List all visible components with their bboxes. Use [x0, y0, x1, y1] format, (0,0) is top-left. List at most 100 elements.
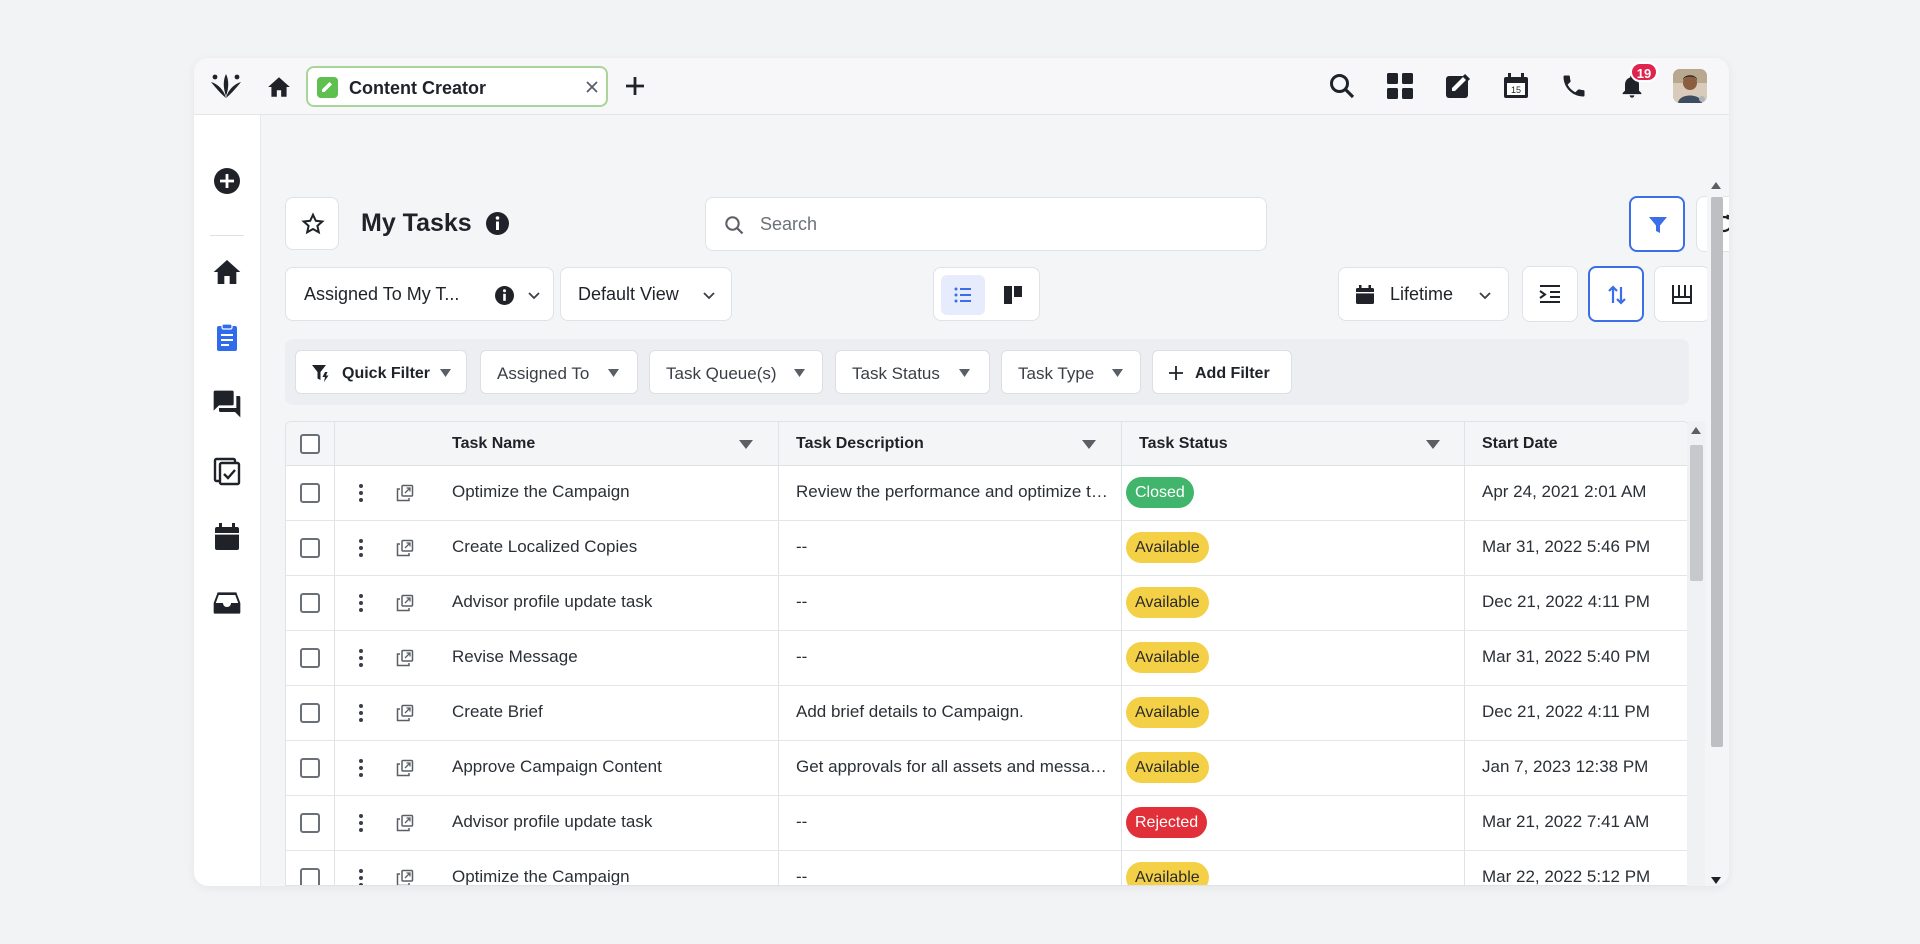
tasks-clipboard-icon[interactable]	[211, 322, 243, 354]
row-checkbox[interactable]	[300, 648, 320, 668]
view-dropdown[interactable]: Default View	[560, 267, 732, 321]
row-more-icon[interactable]	[354, 647, 368, 669]
info-icon[interactable]	[485, 211, 510, 236]
task-name-cell[interactable]: Create Localized Copies	[452, 537, 762, 557]
row-more-icon[interactable]	[354, 702, 368, 724]
calendar-icon[interactable]: 15	[1502, 72, 1530, 100]
open-in-new-icon[interactable]	[396, 814, 414, 832]
assigned-to-filter-chip[interactable]: Assigned To	[480, 350, 638, 394]
apps-grid-icon[interactable]	[1386, 72, 1414, 100]
column-header-task-name[interactable]: Task Name	[452, 435, 535, 453]
table-row[interactable]: Approve Campaign Content Get approvals fo…	[286, 741, 1688, 796]
row-more-icon[interactable]	[354, 482, 368, 504]
search-icon	[724, 215, 744, 235]
search-field[interactable]	[705, 197, 1267, 251]
column-menu-icon[interactable]	[1082, 440, 1096, 449]
row-checkbox[interactable]	[300, 813, 320, 833]
page-scrollbar[interactable]	[1707, 179, 1723, 886]
open-in-new-icon[interactable]	[396, 869, 414, 885]
assigned-to-dropdown[interactable]: Assigned To My T...	[285, 267, 554, 321]
brand-logo[interactable]	[208, 70, 244, 104]
task-name-cell[interactable]: Revise Message	[452, 647, 762, 667]
row-more-icon[interactable]	[354, 812, 368, 834]
table-row[interactable]: Advisor profile update task -- Available De…	[286, 576, 1688, 631]
table-row[interactable]: Optimize the Campaign -- Available Mar 22, …	[286, 851, 1688, 885]
open-in-new-icon[interactable]	[396, 759, 414, 777]
filter-button[interactable]	[1629, 196, 1685, 252]
caret-down-icon	[959, 369, 970, 377]
home-icon[interactable]	[211, 256, 243, 288]
row-checkbox[interactable]	[300, 593, 320, 613]
table-row[interactable]: Create Localized Copies -- Available Mar 31…	[286, 521, 1688, 576]
task-queue-filter-chip[interactable]: Task Queue(s)	[649, 350, 823, 394]
indent-icon	[1539, 285, 1560, 303]
page-scrollbar-thumb[interactable]	[1711, 197, 1723, 747]
quick-filter-chip[interactable]: Quick Filter	[295, 350, 467, 394]
add-tab-icon[interactable]	[622, 73, 648, 99]
task-name-cell[interactable]: Create Brief	[452, 702, 762, 722]
close-icon[interactable]	[584, 79, 600, 95]
open-in-new-icon[interactable]	[396, 704, 414, 722]
table-row[interactable]: Optimize the Campaign Review the performa…	[286, 466, 1688, 521]
columns-button[interactable]	[1654, 266, 1710, 322]
favorite-button[interactable]	[285, 197, 339, 250]
search-icon[interactable]	[1328, 72, 1356, 100]
list-view-button[interactable]	[941, 275, 985, 315]
row-more-icon[interactable]	[354, 592, 368, 614]
conversations-icon[interactable]	[211, 388, 243, 420]
open-in-new-icon[interactable]	[396, 539, 414, 557]
task-status-filter-chip[interactable]: Task Status	[835, 350, 990, 394]
column-header-task-description[interactable]: Task Description	[796, 435, 924, 453]
list-icon	[954, 287, 971, 303]
open-in-new-icon[interactable]	[396, 484, 414, 502]
select-all-checkbox[interactable]	[300, 434, 320, 454]
row-more-icon[interactable]	[354, 867, 368, 885]
task-name-cell[interactable]: Advisor profile update task	[452, 592, 762, 612]
row-density-button[interactable]	[1522, 266, 1578, 322]
create-icon[interactable]	[211, 165, 243, 197]
column-menu-icon[interactable]	[739, 440, 753, 449]
row-checkbox[interactable]	[300, 538, 320, 558]
row-checkbox[interactable]	[300, 868, 320, 885]
inbox-icon[interactable]	[211, 587, 243, 619]
table-scrollbar[interactable]	[1687, 421, 1705, 886]
open-in-new-icon[interactable]	[396, 649, 414, 667]
sort-button[interactable]	[1588, 266, 1644, 322]
column-header-task-status[interactable]: Task Status	[1139, 435, 1228, 453]
task-name-cell[interactable]: Advisor profile update task	[452, 812, 762, 832]
add-filter-button[interactable]: Add Filter	[1152, 350, 1292, 394]
calendar-icon[interactable]	[211, 521, 243, 553]
avatar[interactable]	[1673, 69, 1707, 103]
view-dropdown-label: Default View	[578, 284, 679, 304]
task-name-cell[interactable]: Optimize the Campaign	[452, 482, 762, 502]
row-more-icon[interactable]	[354, 757, 368, 779]
table-row[interactable]: Create Brief Add brief details to Campaig…	[286, 686, 1688, 741]
task-name-cell[interactable]: Approve Campaign Content	[452, 757, 762, 777]
scroll-up-icon	[1691, 427, 1701, 434]
row-checkbox[interactable]	[300, 758, 320, 778]
row-checkbox[interactable]	[300, 483, 320, 503]
date-range-dropdown[interactable]: Lifetime	[1338, 267, 1509, 321]
left-nav	[194, 115, 261, 886]
open-in-new-icon[interactable]	[396, 594, 414, 612]
table-row[interactable]: Revise Message -- Available Mar 31, 2022 5:…	[286, 631, 1688, 686]
task-name-cell[interactable]: Optimize the Campaign	[452, 867, 762, 885]
tab-content-creator[interactable]: Content Creator	[306, 66, 608, 107]
table-row[interactable]: Advisor profile update task -- Rejected Mar…	[286, 796, 1688, 851]
start-date-cell: Mar 31, 2022 5:40 PM	[1482, 647, 1651, 666]
table-scrollbar-thumb[interactable]	[1690, 445, 1703, 581]
row-checkbox[interactable]	[300, 703, 320, 723]
status-badge: Available	[1126, 862, 1209, 885]
row-more-icon[interactable]	[354, 537, 368, 559]
page-title: My Tasks	[361, 209, 472, 237]
task-type-filter-chip[interactable]: Task Type	[1001, 350, 1141, 394]
task-queue-icon[interactable]	[211, 455, 243, 487]
compose-icon[interactable]	[1444, 72, 1472, 100]
column-menu-icon[interactable]	[1426, 440, 1440, 449]
phone-icon[interactable]	[1560, 72, 1588, 100]
caret-down-icon	[440, 369, 451, 377]
column-header-start-date[interactable]: Start Date	[1482, 435, 1558, 453]
board-view-button[interactable]	[996, 278, 1030, 312]
search-input[interactable]	[760, 212, 1240, 236]
home-icon[interactable]	[266, 74, 292, 100]
